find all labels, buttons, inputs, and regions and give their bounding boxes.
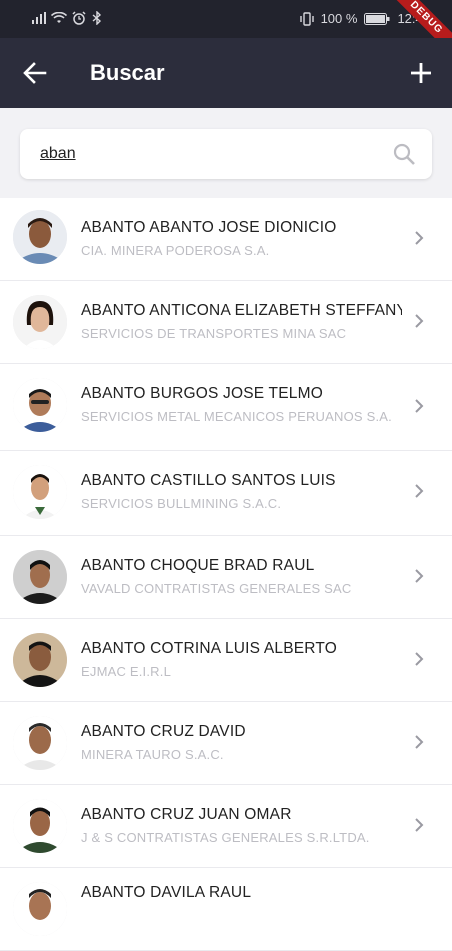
company-name: MINERA TAURO S.A.C. <box>81 747 224 762</box>
list-item[interactable]: ABANTO CRUZ DAVID MINERA TAURO S.A.C. <box>0 702 452 785</box>
person-name: ABANTO DAVILA RAUL <box>81 884 252 901</box>
chevron-right-icon <box>415 652 424 666</box>
chevron-right-icon <box>415 818 424 832</box>
status-bar: 100 % 12:45 DEBUG <box>0 0 452 60</box>
add-button[interactable] <box>404 56 438 90</box>
page-title: Buscar <box>90 60 165 85</box>
list-item[interactable]: ABANTO DAVILA RAUL <box>0 868 452 951</box>
person-name: ABANTO COTRINA LUIS ALBERTO <box>81 640 338 657</box>
person-name: ABANTO ABANTO JOSE DIONICIO <box>81 219 337 236</box>
list-item[interactable]: ABANTO CASTILLO SANTOS LUIS SERVICIOS BU… <box>0 451 452 536</box>
battery-percent: 100 % <box>320 11 358 26</box>
arrow-left-icon <box>23 62 47 84</box>
chevron-right-icon <box>415 735 424 749</box>
company-name: VAVALD CONTRATISTAS GENERALES SAC <box>81 581 352 596</box>
chevron-right-icon <box>415 399 424 413</box>
status-icons-left <box>32 11 103 25</box>
battery-icon <box>364 12 390 25</box>
list-item[interactable]: ABANTO CHOQUE BRAD RAUL VAVALD CONTRATIS… <box>0 536 452 619</box>
list-item[interactable]: ABANTO ANTICONA ELIZABETH STEFFANY SERVI… <box>0 281 452 364</box>
avatar <box>13 295 67 349</box>
search-icon[interactable] <box>392 142 416 166</box>
avatar <box>13 882 67 936</box>
avatar <box>13 465 67 519</box>
results-list: ABANTO ABANTO JOSE DIONICIO CIA. MINERA … <box>0 198 452 951</box>
person-name: ABANTO ANTICONA ELIZABETH STEFFANY <box>81 302 402 319</box>
company-name: J & S CONTRATISTAS GENERALES S.R.LTDA. <box>81 830 370 845</box>
company-name: SERVICIOS BULLMINING S.A.C. <box>81 496 282 511</box>
list-item[interactable]: ABANTO COTRINA LUIS ALBERTO EJMAC E.I.R.… <box>0 619 452 702</box>
avatar <box>13 633 67 687</box>
avatar <box>13 378 67 432</box>
company-name: CIA. MINERA PODEROSA S.A. <box>81 243 270 258</box>
avatar <box>13 210 67 264</box>
wifi-icon <box>51 12 67 23</box>
app-bar: Buscar <box>0 38 452 108</box>
signal-icon <box>32 12 46 24</box>
chevron-right-icon <box>415 314 424 328</box>
person-name: ABANTO CRUZ DAVID <box>81 723 246 740</box>
chevron-right-icon <box>415 569 424 583</box>
avatar <box>13 716 67 770</box>
list-item[interactable]: ABANTO BURGOS JOSE TELMO SERVICIOS METAL… <box>0 364 452 451</box>
bluetooth-icon <box>92 11 102 25</box>
avatar <box>13 550 67 604</box>
alarm-icon <box>72 11 86 25</box>
search-input[interactable] <box>40 141 380 167</box>
person-name: ABANTO CHOQUE BRAD RAUL <box>81 557 315 574</box>
company-name: SERVICIOS METAL MECANICOS PERUANOS S.A. <box>81 409 392 424</box>
company-name: SERVICIOS DE TRANSPORTES MINA SAC <box>81 326 347 341</box>
chevron-right-icon <box>415 231 424 245</box>
person-name: ABANTO CRUZ JUAN OMAR <box>81 806 292 823</box>
back-button[interactable] <box>18 58 52 88</box>
person-name: ABANTO BURGOS JOSE TELMO <box>81 385 323 402</box>
vibrate-icon <box>299 11 314 26</box>
list-item[interactable]: ABANTO CRUZ JUAN OMAR J & S CONTRATISTAS… <box>0 785 452 868</box>
plus-icon <box>411 63 431 83</box>
avatar <box>13 799 67 853</box>
company-name: EJMAC E.I.R.L <box>81 664 172 679</box>
person-name: ABANTO CASTILLO SANTOS LUIS <box>81 472 336 489</box>
search-box <box>20 129 432 179</box>
list-item[interactable]: ABANTO ABANTO JOSE DIONICIO CIA. MINERA … <box>0 198 452 281</box>
chevron-right-icon <box>415 484 424 498</box>
